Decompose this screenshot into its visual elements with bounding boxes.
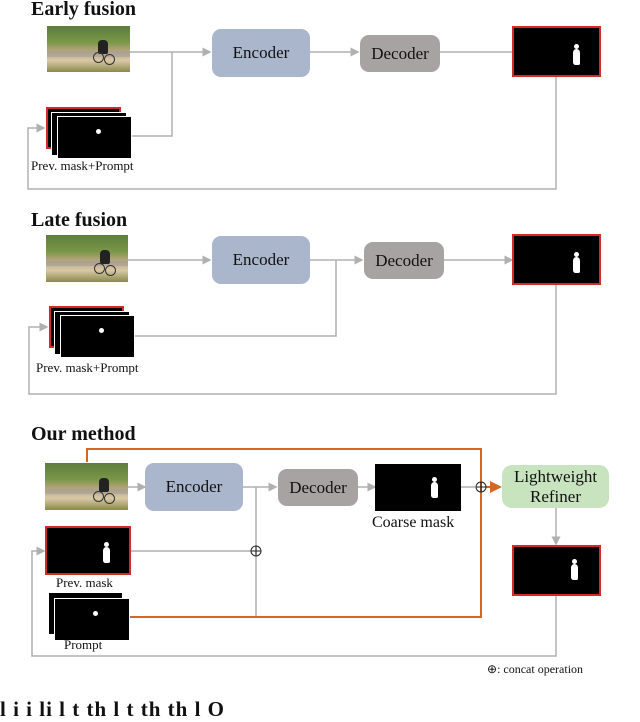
section-title-late-fusion: Late fusion: [31, 209, 128, 231]
section-title-early-fusion: Early fusion: [31, 0, 137, 20]
early-prompt-to-encoder: [130, 52, 173, 137]
ours-decoder-box: Decoder: [278, 469, 358, 506]
early-output-mask: [512, 26, 601, 77]
early-input-label: Prev. mask+Prompt: [31, 158, 134, 173]
lightweight-refiner-box: Lightweight Refiner: [502, 465, 609, 508]
late-encoder-box: Encoder: [212, 236, 310, 284]
legend: ⊕: concat operation: [487, 662, 583, 677]
ours-encoder-box: Encoder: [145, 463, 243, 511]
prompt-label: Prompt: [64, 637, 103, 652]
late-decoder-box: Decoder: [364, 242, 444, 279]
coarse-mask-image: [375, 464, 461, 511]
ours-output-mask: [512, 545, 601, 596]
legend-text: : concat operation: [497, 662, 584, 676]
late-output-mask: [512, 234, 601, 285]
encoder-label: Encoder: [232, 43, 290, 62]
input-frame-image: [45, 463, 128, 510]
early-decoder-box: Decoder: [360, 35, 440, 72]
decoder-label: Decoder: [371, 43, 429, 63]
section-title-our-method: Our method: [31, 423, 136, 445]
ours-prev-mask-image: [45, 526, 131, 575]
prev-mask-label: Prev. mask: [56, 575, 113, 590]
decoder-label: Decoder: [289, 477, 347, 497]
ours-prompt-image: [54, 598, 130, 641]
decoder-label: Decoder: [375, 250, 433, 270]
late-input-label: Prev. mask+Prompt: [36, 360, 139, 375]
concat-icon: ⊕: [487, 662, 498, 676]
early-stack-prompt: [57, 116, 132, 159]
coarse-mask-label: Coarse mask: [372, 514, 455, 531]
input-frame-image: [47, 26, 130, 72]
late-stack-prompt: [60, 315, 135, 358]
encoder-label: Encoder: [232, 250, 290, 269]
input-frame-image: [46, 235, 128, 282]
refiner-label: Lightweight Refiner: [513, 466, 598, 506]
encoder-label: Encoder: [165, 477, 223, 496]
early-encoder-box: Encoder: [212, 29, 310, 77]
